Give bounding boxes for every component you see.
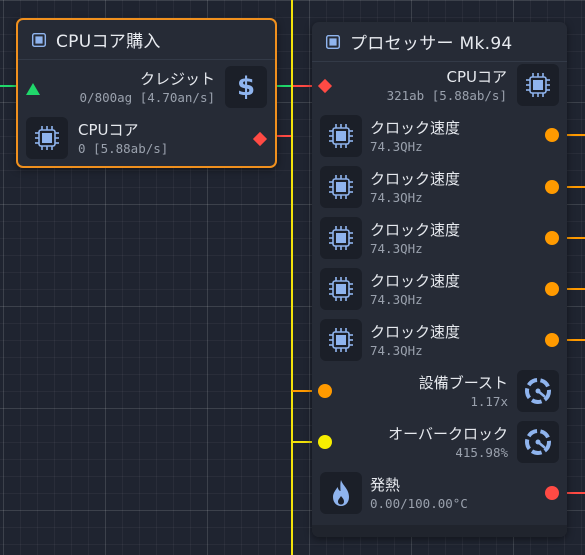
cpu-core-output-port[interactable]	[252, 131, 268, 147]
clock-speed-row: クロック速度 74.3QHz	[312, 214, 567, 265]
cpu-core-value: 0 [5.88ab/s]	[78, 141, 169, 156]
node-title: プロセッサー Mk.94	[350, 34, 513, 54]
clock-speed-label: クロック速度	[370, 323, 461, 341]
equipment-boost-icon-tile	[517, 370, 559, 412]
chip-icon	[325, 34, 341, 49]
cpu-core-input-row: CPUコア 321ab [5.88ab/s]	[312, 61, 567, 112]
node-header[interactable]: プロセッサー Mk.94	[312, 22, 567, 62]
clock-speed-output-port[interactable]	[545, 180, 559, 194]
equipment-boost-label: 設備ブースト	[418, 374, 508, 392]
heat-label: 発熱	[370, 476, 401, 494]
cpu-core-label: CPUコア	[446, 68, 508, 86]
clock-speed-value: 74.3QHz	[370, 292, 423, 307]
cpu-core-input-port[interactable]	[317, 78, 333, 94]
clock-speed-value: 74.3QHz	[370, 139, 423, 154]
chip-icon	[329, 175, 353, 199]
credit-input-port[interactable]	[26, 83, 40, 95]
node-title: CPUコア購入	[56, 32, 161, 52]
chip-icon	[329, 226, 353, 250]
heat-value: 0.00/100.00°C	[370, 496, 468, 511]
equipment-boost-row: 設備ブースト 1.17x	[312, 367, 567, 418]
clock-speed-icon-tile	[320, 217, 362, 259]
chip-icon	[31, 32, 47, 47]
clock-speed-value: 74.3QHz	[370, 190, 423, 205]
credit-icon-tile: $	[225, 66, 267, 108]
cpu-core-icon-tile	[26, 117, 68, 159]
clock-speed-output-port[interactable]	[545, 231, 559, 245]
processor-node[interactable]: プロセッサー Mk.94 CPUコア 321ab [5.88ab/s] クロック…	[312, 22, 567, 537]
heat-icon-tile	[320, 472, 362, 514]
clock-speed-output-port[interactable]	[545, 282, 559, 296]
clock-speed-row: クロック速度 74.3QHz	[312, 265, 567, 316]
clock-speed-value: 74.3QHz	[370, 343, 423, 358]
overclock-icon-tile	[517, 421, 559, 463]
cpu-core-value: 321ab [5.88ab/s]	[386, 88, 507, 103]
clock-speed-icon-tile	[320, 319, 362, 361]
overclock-value: 415.98%	[455, 445, 508, 460]
chip-icon	[329, 328, 353, 352]
clock-speed-icon-tile	[320, 268, 362, 310]
clock-speed-icon-tile	[320, 166, 362, 208]
heat-row: 発熱 0.00/100.00°C	[312, 469, 567, 520]
clock-speed-label: クロック速度	[370, 272, 461, 290]
credit-value: 0/800ag [4.70an/s]	[79, 90, 215, 105]
gauge-icon	[525, 378, 551, 404]
cpu-core-icon-tile	[517, 64, 559, 106]
node-header[interactable]: CPUコア購入	[18, 20, 275, 60]
credit-input-row: クレジット 0/800ag [4.70an/s] $	[18, 63, 275, 114]
clock-speed-label: クロック速度	[370, 119, 461, 137]
cpu-core-label: CPUコア	[78, 121, 139, 139]
heat-output-port[interactable]	[545, 486, 559, 500]
cpu-core-output-row: CPUコア 0 [5.88ab/s]	[18, 114, 275, 165]
equipment-boost-value: 1.17x	[470, 394, 508, 409]
overclock-label: オーバークロック	[388, 425, 508, 443]
clock-speed-row: クロック速度 74.3QHz	[312, 112, 567, 163]
equipment-boost-input-port[interactable]	[318, 384, 332, 398]
chip-icon	[329, 277, 353, 301]
clock-speed-label: クロック速度	[370, 221, 461, 239]
chip-icon	[35, 126, 59, 150]
clock-speed-row: クロック速度 74.3QHz	[312, 316, 567, 367]
node-footer-strip	[312, 525, 567, 537]
clock-speed-output-port[interactable]	[545, 128, 559, 142]
clock-speed-output-port[interactable]	[545, 333, 559, 347]
clock-speed-icon-tile	[320, 115, 362, 157]
credit-label: クレジット	[139, 70, 215, 88]
chip-icon	[526, 73, 550, 97]
overclock-input-port[interactable]	[318, 435, 332, 449]
clock-speed-row: クロック速度 74.3QHz	[312, 163, 567, 214]
chip-icon	[329, 124, 353, 148]
dollar-icon: $	[236, 72, 256, 102]
clock-speed-label: クロック速度	[370, 170, 461, 188]
flame-icon	[333, 480, 349, 506]
clock-speed-value: 74.3QHz	[370, 241, 423, 256]
cpu-purchase-node[interactable]: CPUコア購入 クレジット 0/800ag [4.70an/s] $ CPUコア…	[16, 18, 277, 168]
gauge-icon	[525, 429, 551, 455]
overclock-row: オーバークロック 415.98%	[312, 418, 567, 469]
